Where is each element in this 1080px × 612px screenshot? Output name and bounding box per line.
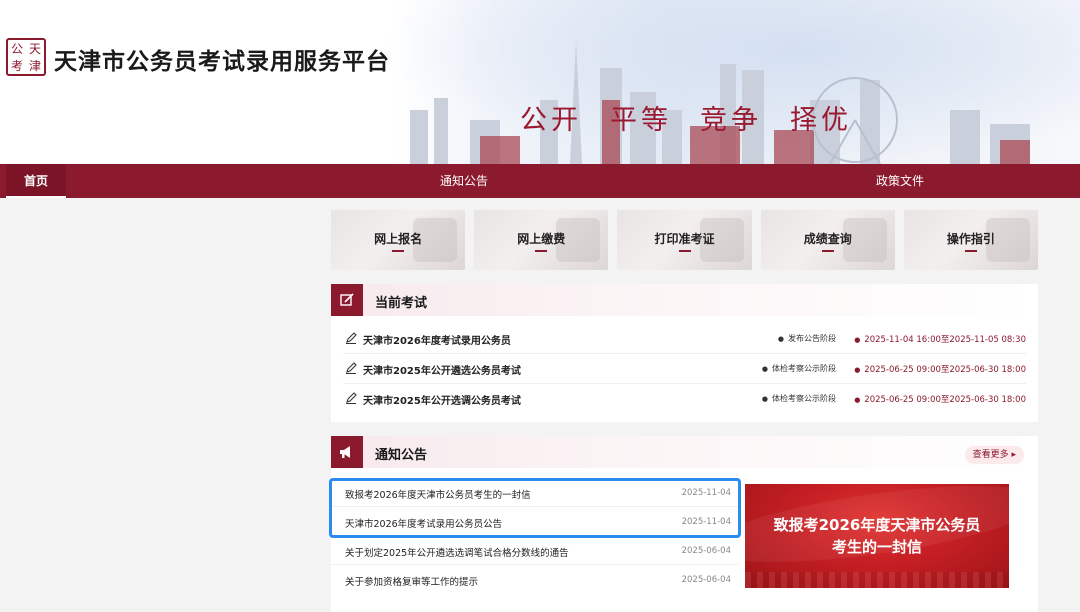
slogan-word: 公开 bbox=[520, 105, 582, 136]
exam-row[interactable]: 天津市2025年公开遴选公务员考试 体检考察公示阶段 2025-06-25 09… bbox=[343, 354, 1026, 384]
tile-operation-guide[interactable]: 操作指引 bbox=[903, 210, 1039, 270]
notice-date: 2025-11-04 bbox=[681, 517, 731, 527]
exam-stage: 体检考察公示阶段 bbox=[762, 363, 836, 374]
panel-title: 通知公告 bbox=[375, 448, 428, 463]
pen-icon bbox=[346, 362, 357, 374]
notice-title[interactable]: 关于参加资格复审等工作的提示 bbox=[345, 574, 478, 588]
tile-underline bbox=[392, 250, 405, 252]
tile-label: 成绩查询 bbox=[803, 232, 852, 246]
tile-score-query[interactable]: 成绩查询 bbox=[760, 210, 895, 270]
notice-date: 2025-11-04 bbox=[681, 488, 731, 498]
notice-item[interactable]: 关于划定2025年公开遴选选调笔试合格分数线的通告 2025-06-04 bbox=[331, 536, 739, 565]
notice-list: 致报考2026年度天津市公务员考生的一封信 2025-11-04 天津市2026… bbox=[331, 478, 739, 594]
notice-item[interactable]: 天津市2026年度考试录用公务员公告 2025-11-04 bbox=[331, 507, 739, 536]
tile-underline bbox=[821, 250, 834, 252]
slogan: 公开 平等 竞争 择优 bbox=[520, 98, 852, 137]
notice-date: 2025-06-04 bbox=[681, 546, 731, 556]
edit-icon bbox=[331, 284, 363, 316]
tile-print-admission-ticket[interactable]: 打印准考证 bbox=[617, 210, 752, 270]
view-more-label: 查看更多 bbox=[972, 450, 1009, 460]
banner-line: 考生的一封信 bbox=[831, 538, 922, 556]
panel-header: 通知公告 查看更多 ▸ bbox=[331, 436, 1038, 468]
letter-banner[interactable]: 致报考2026年度天津市公务员 考生的一封信 bbox=[745, 484, 1009, 588]
view-more-button[interactable]: 查看更多 ▸ bbox=[964, 446, 1024, 464]
main-nav: 首页 通知公告 政策文件 bbox=[0, 164, 1080, 198]
tile-label: 网上缴费 bbox=[517, 232, 566, 246]
notice-title[interactable]: 关于划定2025年公开遴选选调笔试合格分数线的通告 bbox=[345, 545, 569, 559]
notice-item[interactable]: 关于参加资格复审等工作的提示 2025-06-04 bbox=[331, 565, 739, 594]
logo-char: 津 bbox=[28, 58, 41, 73]
exam-time: 2025-11-04 16:00至2025-11-05 08:30 bbox=[854, 333, 1026, 345]
notice-item[interactable]: 致报考2026年度天津市公务员考生的一封信 2025-11-04 bbox=[331, 478, 739, 507]
exam-stage: 体检考察公示阶段 bbox=[762, 393, 836, 404]
panel-title: 当前考试 bbox=[375, 296, 428, 311]
current-exams-panel: 当前考试 天津市2026年度考试录用公务员 发布公告阶段 2025-11-04 … bbox=[331, 284, 1038, 422]
tile-underline bbox=[535, 250, 548, 252]
pen-icon bbox=[346, 332, 357, 344]
exam-name[interactable]: 天津市2025年公开遴选公务员考试 bbox=[363, 362, 521, 377]
quick-links: 网上报名 网上缴费 打印准考证 成绩查询 操作指引 bbox=[331, 210, 1039, 270]
notice-title[interactable]: 致报考2026年度天津市公务员考生的一封信 bbox=[345, 487, 531, 501]
tile-online-registration[interactable]: 网上报名 bbox=[331, 210, 466, 270]
site-logo[interactable]: 公 天 考 津 bbox=[6, 38, 46, 76]
banner-line: 致报考2026年度天津市公务员 bbox=[773, 516, 981, 534]
panel-header: 当前考试 bbox=[331, 284, 1038, 316]
pen-icon bbox=[346, 392, 357, 404]
logo-char: 考 bbox=[10, 58, 23, 73]
site-header: 公 天 考 津 天津市公务员考试录用服务平台 公开 平等 竞争 择优 bbox=[0, 0, 1080, 164]
exam-row[interactable]: 天津市2025年公开选调公务员考试 体检考察公示阶段 2025-06-25 09… bbox=[343, 384, 1026, 414]
megaphone-icon bbox=[331, 436, 363, 468]
logo-char: 公 bbox=[10, 41, 23, 56]
exam-name[interactable]: 天津市2025年公开选调公务员考试 bbox=[363, 392, 521, 407]
slogan-word: 平等 bbox=[610, 105, 672, 136]
notice-date: 2025-06-04 bbox=[681, 575, 731, 585]
exam-row[interactable]: 天津市2026年度考试录用公务员 发布公告阶段 2025-11-04 16:00… bbox=[343, 324, 1026, 354]
nav-home[interactable]: 首页 bbox=[6, 164, 66, 198]
banner-text: 致报考2026年度天津市公务员 考生的一封信 bbox=[745, 514, 1009, 558]
logo-char: 天 bbox=[28, 41, 41, 56]
tile-online-payment[interactable]: 网上缴费 bbox=[474, 210, 609, 270]
exam-stage: 发布公告阶段 bbox=[778, 333, 836, 344]
nav-policy[interactable]: 政策文件 bbox=[876, 164, 924, 198]
tile-label: 网上报名 bbox=[374, 232, 423, 246]
slogan-word: 竞争 bbox=[700, 105, 762, 136]
tile-label: 操作指引 bbox=[946, 232, 995, 246]
notices-panel: 通知公告 查看更多 ▸ 致报考2026年度天津市公务员考生的一封信 2025-1… bbox=[331, 436, 1038, 612]
slogan-word: 择优 bbox=[790, 105, 852, 136]
tile-label: 打印准考证 bbox=[654, 232, 715, 246]
tile-underline bbox=[964, 250, 977, 252]
exam-time: 2025-06-25 09:00至2025-06-30 18:00 bbox=[854, 393, 1026, 405]
exam-time: 2025-06-25 09:00至2025-06-30 18:00 bbox=[854, 363, 1026, 375]
notice-title[interactable]: 天津市2026年度考试录用公务员公告 bbox=[345, 516, 502, 530]
triangle-right-icon: ▸ bbox=[1011, 450, 1016, 460]
exam-name[interactable]: 天津市2026年度考试录用公务员 bbox=[363, 332, 511, 347]
site-title: 天津市公务员考试录用服务平台 bbox=[54, 48, 390, 75]
nav-notices[interactable]: 通知公告 bbox=[440, 164, 488, 198]
tile-underline bbox=[678, 250, 691, 252]
